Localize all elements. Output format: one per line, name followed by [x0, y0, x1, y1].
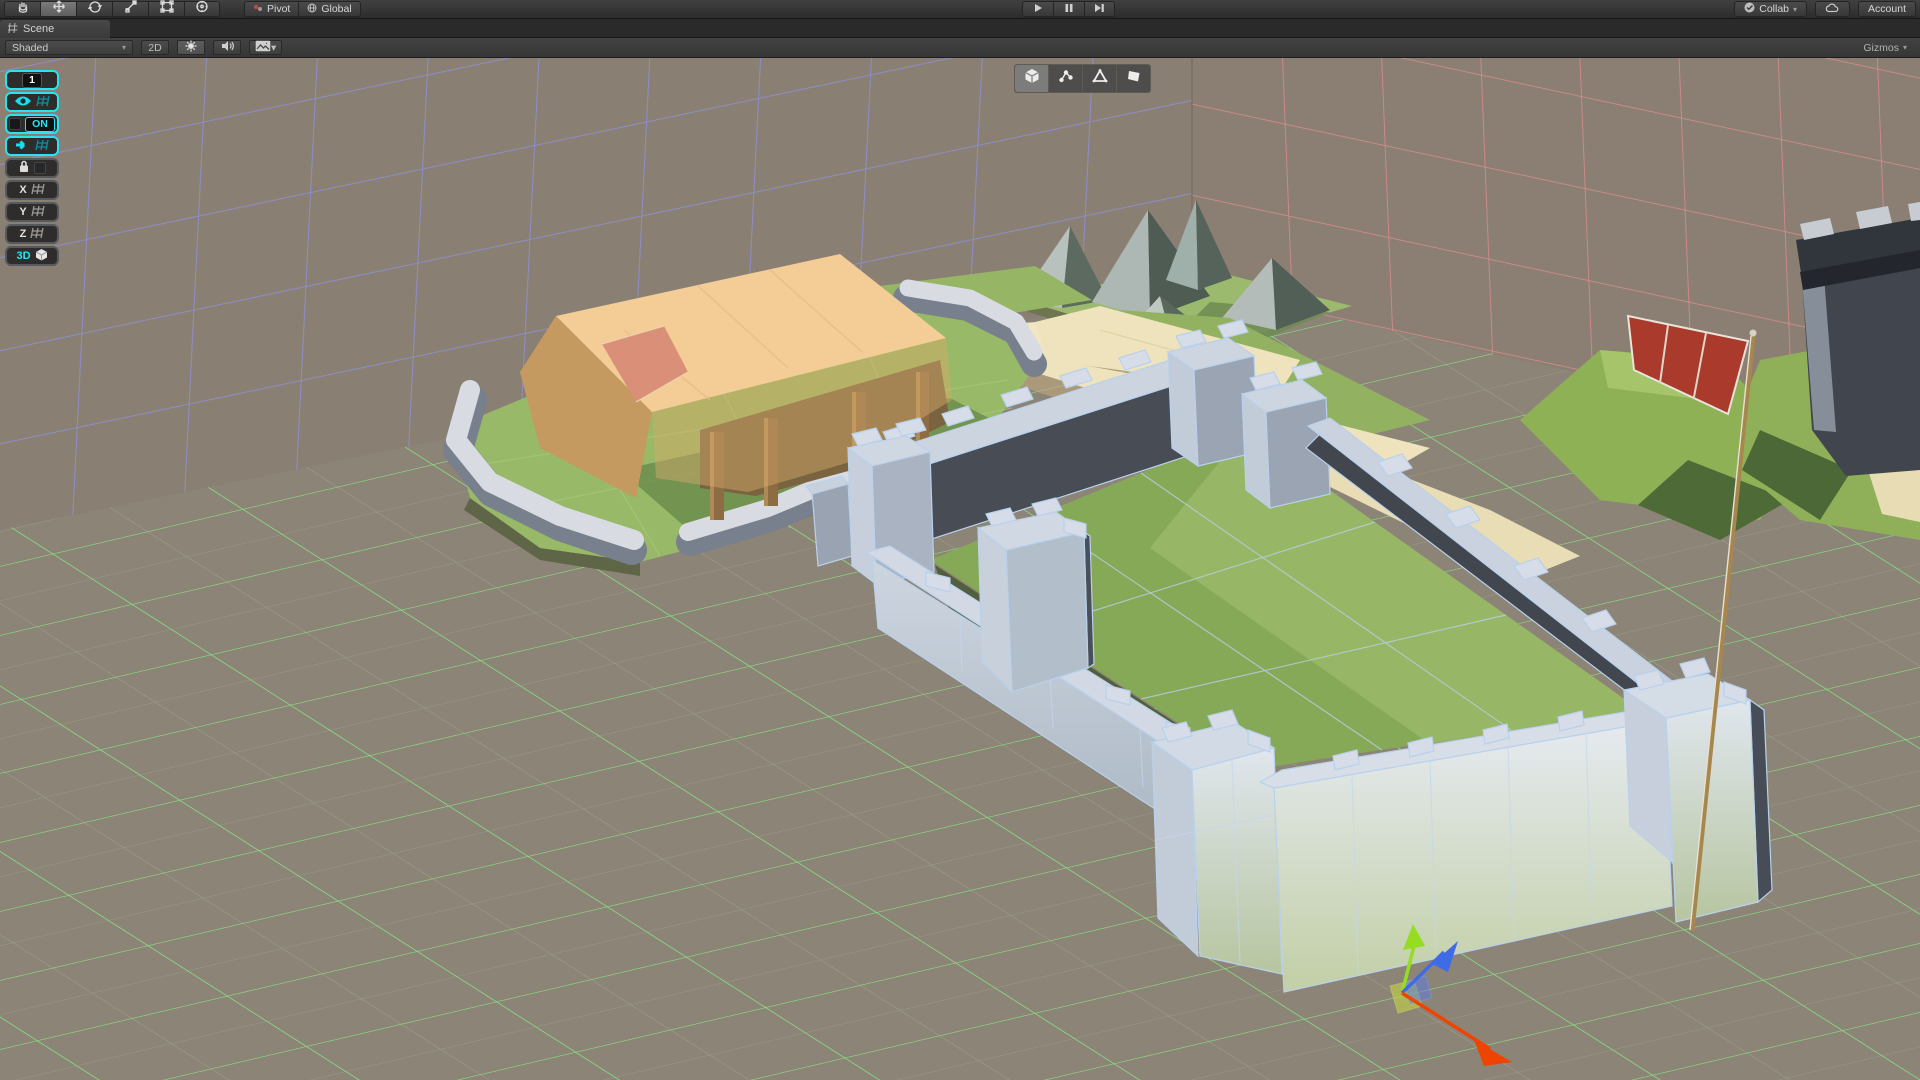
- edge-mode-button[interactable]: [1083, 65, 1116, 92]
- hand-tool-button[interactable]: [4, 1, 40, 17]
- probuilder-mode-toolbar: [1014, 64, 1151, 93]
- transform-icon: [195, 0, 209, 18]
- rotate-icon: [88, 0, 102, 18]
- grid-icon: [30, 227, 44, 242]
- collab-check-icon: [1744, 2, 1755, 16]
- grid-icon: [35, 139, 49, 154]
- lock-icon: [18, 160, 30, 176]
- pivot-button[interactable]: Pivot: [244, 1, 298, 17]
- 2d-toggle[interactable]: 2D: [141, 40, 169, 55]
- pivot-global-group: Pivot Global: [244, 1, 361, 17]
- global-button[interactable]: Global: [298, 1, 360, 17]
- speaker-icon: [221, 40, 234, 55]
- face-mode-icon: [1125, 67, 1143, 90]
- progrids-lock-button[interactable]: [5, 158, 59, 178]
- cube-icon: [35, 248, 48, 264]
- grid-icon: [31, 205, 45, 220]
- scene-viewport[interactable]: [0, 0, 1920, 1080]
- tab-scene[interactable]: Scene: [0, 20, 110, 38]
- rect-tool-button[interactable]: [148, 1, 184, 17]
- grid-icon: [31, 183, 45, 198]
- chevron-down-icon: ▾: [1903, 43, 1907, 52]
- play-button[interactable]: [1022, 1, 1053, 17]
- rotate-tool-button[interactable]: [76, 1, 112, 17]
- cloud-button[interactable]: [1815, 1, 1850, 17]
- hand-icon: [16, 0, 30, 18]
- collab-button[interactable]: Collab ▾: [1734, 1, 1807, 17]
- vertex-mode-icon: [1057, 67, 1075, 90]
- step-icon: [1094, 0, 1105, 18]
- progrids-push-to-grid-button[interactable]: [5, 136, 59, 156]
- transform-tool-button[interactable]: [184, 1, 220, 17]
- progrids-3d-toggle[interactable]: 3D: [5, 246, 59, 266]
- play-controls: [1022, 1, 1115, 17]
- edge-mode-icon: [1091, 67, 1109, 90]
- cloud-icon: [1825, 3, 1840, 16]
- globe-icon: [307, 3, 317, 16]
- object-mode-button[interactable]: [1015, 65, 1048, 92]
- sun-icon: [185, 40, 197, 55]
- snap-box-icon: [9, 118, 21, 130]
- pause-button[interactable]: [1053, 1, 1084, 17]
- image-icon: [255, 40, 271, 55]
- progrids-snap-toggle[interactable]: ON: [5, 114, 59, 134]
- grid-icon: [36, 95, 50, 110]
- object-mode-icon: [1023, 67, 1041, 90]
- face-mode-button[interactable]: [1117, 65, 1150, 92]
- arrow-right-icon: [15, 139, 31, 154]
- play-icon: [1033, 0, 1043, 18]
- draw-mode-dropdown[interactable]: Shaded ▾: [5, 40, 133, 55]
- progrids-y-axis-button[interactable]: Y: [5, 202, 59, 222]
- eye-icon: [14, 95, 32, 110]
- transform-tools: [4, 1, 220, 17]
- chevron-down-icon: ▾: [271, 42, 276, 54]
- scale-tool-button[interactable]: [112, 1, 148, 17]
- scale-icon: [124, 0, 138, 18]
- progrids-snap-value-button[interactable]: 1: [5, 70, 59, 90]
- scene-view-toolbar: Shaded ▾ 2D ▾ Gizmos ▾: [0, 38, 1920, 58]
- step-button[interactable]: [1084, 1, 1115, 17]
- pause-icon: [1064, 0, 1074, 18]
- progrids-z-axis-button[interactable]: Z: [5, 224, 59, 244]
- vertex-mode-button[interactable]: [1049, 65, 1082, 92]
- lock-box-icon: [34, 162, 46, 174]
- chevron-down-icon: ▾: [122, 43, 126, 52]
- pivot-icon: [253, 3, 263, 16]
- rect-icon: [160, 0, 174, 18]
- collab-dropdown-arrow: ▾: [1793, 5, 1797, 14]
- progrids-x-axis-button[interactable]: X: [5, 180, 59, 200]
- tab-bar: Scene: [0, 19, 1920, 38]
- progrids-panel: 1 ON X Y Z 3D: [5, 70, 59, 266]
- main-toolbar: Pivot Global Collab ▾ Account: [0, 0, 1920, 19]
- lighting-toggle[interactable]: [177, 40, 205, 55]
- gizmos-dropdown[interactable]: Gizmos ▾: [1863, 42, 1907, 54]
- audio-toggle[interactable]: [213, 40, 241, 55]
- move-tool-button[interactable]: [40, 1, 76, 17]
- account-button[interactable]: Account: [1858, 1, 1916, 17]
- move-icon: [52, 0, 66, 18]
- progrids-grid-visibility-button[interactable]: [5, 92, 59, 112]
- effects-dropdown[interactable]: ▾: [249, 40, 282, 55]
- scene-tab-icon: [8, 23, 18, 36]
